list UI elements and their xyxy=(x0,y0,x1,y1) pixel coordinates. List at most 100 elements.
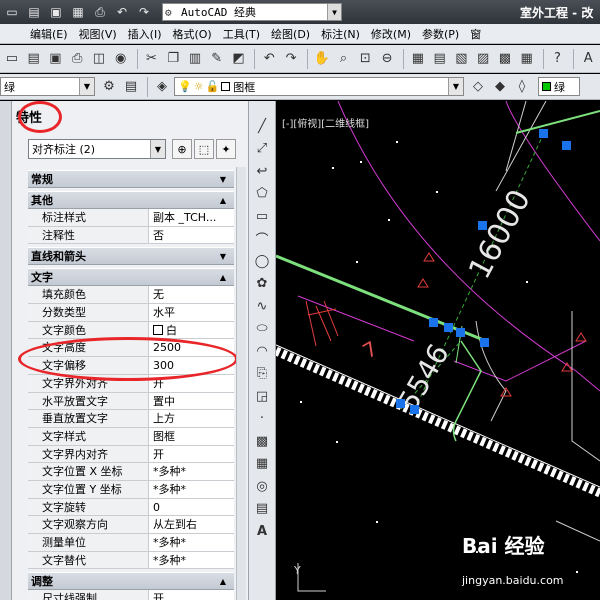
menu-window[interactable]: 窗 xyxy=(470,26,481,42)
property-row[interactable]: 测量单位 *多种* xyxy=(28,534,234,552)
property-value[interactable]: 开 xyxy=(149,446,234,463)
menu-tools[interactable]: 工具(T) xyxy=(223,26,260,42)
match-properties-icon[interactable]: ✎ xyxy=(207,49,227,69)
help-icon[interactable]: ? xyxy=(548,49,568,69)
table-icon[interactable]: ▤ xyxy=(249,498,275,521)
menu-format[interactable]: 格式(O) xyxy=(172,26,211,42)
property-value[interactable]: 上方 xyxy=(149,410,234,427)
property-row[interactable]: 文字样式 图框 xyxy=(28,427,234,446)
viewport-controls[interactable]: [-][俯视][二维线框] xyxy=(282,115,369,130)
print-icon[interactable]: ⎙ xyxy=(90,3,110,21)
undo-icon[interactable]: ↶ xyxy=(259,49,279,69)
color-combo[interactable]: 绿 xyxy=(538,77,580,96)
make-current-icon[interactable]: ◇ xyxy=(468,77,488,97)
category-general[interactable]: 常规 ▼ xyxy=(28,170,234,188)
calculator-icon[interactable]: ▦ xyxy=(517,49,537,69)
layer-state-combo[interactable]: 绿 ▼ xyxy=(0,77,95,96)
property-value[interactable]: 水平 xyxy=(149,304,234,321)
open-icon[interactable]: ▤ xyxy=(24,49,44,69)
property-row[interactable]: 尺寸线强制 开 xyxy=(28,590,234,600)
property-value[interactable]: *多种* xyxy=(149,534,234,551)
polygon-icon[interactable]: ⬠ xyxy=(249,183,275,206)
property-value[interactable]: 否 xyxy=(149,227,234,244)
toggle-pickadd-icon[interactable]: ⊕ xyxy=(172,139,192,159)
expand-triangle-icon[interactable]: ▼ xyxy=(220,252,226,261)
category-text[interactable]: 文字 ▲ xyxy=(28,268,234,287)
zoom-realtime-icon[interactable]: ⌕ xyxy=(334,49,354,69)
ellipse-icon[interactable]: ⬭ xyxy=(249,318,275,341)
menu-view[interactable]: 视图(V) xyxy=(79,26,117,42)
cut-icon[interactable]: ✂ xyxy=(142,49,162,69)
paste-icon[interactable]: ▥ xyxy=(185,49,205,69)
menu-dimension[interactable]: 标注(N) xyxy=(321,26,360,42)
design-center-icon[interactable]: ▤ xyxy=(430,49,450,69)
save-as-icon[interactable]: ▦ xyxy=(68,3,88,21)
chevron-down-icon[interactable]: ▼ xyxy=(150,140,165,158)
block-editor-icon[interactable]: ◩ xyxy=(229,49,249,69)
line-icon[interactable]: ╱ xyxy=(249,115,275,138)
properties-icon[interactable]: ▦ xyxy=(408,49,428,69)
property-value[interactable]: 开 xyxy=(149,590,234,600)
property-row[interactable]: 注释性 否 xyxy=(28,226,234,245)
zoom-window-icon[interactable]: ⊡ xyxy=(355,49,375,69)
palette-title-strip[interactable] xyxy=(0,101,12,600)
property-row[interactable]: 文字旋转 0 xyxy=(28,498,234,517)
property-value[interactable]: *多种* xyxy=(149,463,234,480)
property-row[interactable]: 分数类型 水平 xyxy=(28,304,234,322)
property-row[interactable]: 标注样式 副本 _TCH... xyxy=(28,209,234,227)
publish-icon[interactable]: ◉ xyxy=(111,49,131,69)
layer-previous-icon[interactable]: ◆ xyxy=(490,77,510,97)
menu-draw[interactable]: 绘图(D) xyxy=(271,26,310,42)
preview-icon[interactable]: ◫ xyxy=(89,49,109,69)
rectangle-icon[interactable]: ▭ xyxy=(249,205,275,228)
property-value[interactable]: *多种* xyxy=(149,552,234,569)
property-row[interactable]: 文字替代 *多种* xyxy=(28,551,234,570)
menu-insert[interactable]: 插入(I) xyxy=(128,26,162,42)
qnew-icon[interactable]: ▭ xyxy=(2,49,22,69)
zoom-previous-icon[interactable]: ⊖ xyxy=(377,49,397,69)
tool-palettes-icon[interactable]: ▧ xyxy=(451,49,471,69)
circle-icon[interactable]: ◯ xyxy=(249,250,275,273)
workspace-select[interactable]: ⚙ AutoCAD 经典 ▼ xyxy=(162,3,342,21)
hatch-icon[interactable]: ▩ xyxy=(249,430,275,453)
layer-settings-icon[interactable]: ⚙ xyxy=(99,77,119,97)
redo-icon[interactable]: ↷ xyxy=(134,3,154,21)
revision-cloud-icon[interactable]: ✿ xyxy=(249,273,275,296)
property-row[interactable]: 水平放置文字 置中 xyxy=(28,392,234,411)
select-objects-icon[interactable]: ⬚ xyxy=(194,139,214,159)
polyline-icon[interactable]: ↩ xyxy=(249,160,275,183)
property-value[interactable]: 置中 xyxy=(149,393,234,410)
menu-parametric[interactable]: 参数(P) xyxy=(422,26,459,42)
property-row[interactable]: 填充颜色 无 xyxy=(28,286,234,305)
category-lines-arrows[interactable]: 直线和箭头 ▼ xyxy=(28,247,234,266)
layer-walk-icon[interactable]: ◊ xyxy=(512,77,532,97)
pan-icon[interactable]: ✋ xyxy=(312,49,332,69)
collapse-triangle-icon[interactable]: ▲ xyxy=(220,273,226,282)
property-row[interactable]: 垂直放置文字 上方 xyxy=(28,410,234,428)
expand-triangle-icon[interactable]: ▼ xyxy=(220,175,226,184)
category-adjust[interactable]: 调整 ▲ xyxy=(28,572,234,591)
redo-icon[interactable]: ↷ xyxy=(281,49,301,69)
markup-icon[interactable]: ▩ xyxy=(495,49,515,69)
property-value[interactable]: 无 xyxy=(149,286,234,303)
collapse-triangle-icon[interactable]: ▲ xyxy=(220,577,226,586)
arc-icon[interactable]: ⌒ xyxy=(249,228,275,251)
property-row[interactable]: 文字位置 X 坐标 *多种* xyxy=(28,463,234,481)
copy-icon[interactable]: ❐ xyxy=(163,49,183,69)
property-value[interactable]: *多种* xyxy=(149,481,234,498)
property-value[interactable]: 0 xyxy=(149,499,234,516)
open-folder-icon[interactable]: ▤ xyxy=(24,3,44,21)
menu-edit[interactable]: 编辑(E) xyxy=(30,26,68,42)
gradient-icon[interactable]: ▦ xyxy=(249,453,275,476)
point-icon[interactable]: · xyxy=(249,408,275,431)
spline-icon[interactable]: ∿ xyxy=(249,295,275,318)
property-row[interactable]: 文字界内对齐 开 xyxy=(28,445,234,464)
chevron-down-icon[interactable]: ▼ xyxy=(448,78,463,95)
chevron-down-icon[interactable]: ▼ xyxy=(79,78,94,95)
ellipse-arc-icon[interactable]: ◠ xyxy=(249,340,275,363)
property-value[interactable]: 白 xyxy=(149,322,234,339)
property-value[interactable]: 副本 _TCH... xyxy=(149,209,234,226)
collapse-triangle-icon[interactable]: ▲ xyxy=(220,196,226,205)
save-icon[interactable]: ▣ xyxy=(46,3,66,21)
palette-scrollbar[interactable] xyxy=(236,167,246,600)
